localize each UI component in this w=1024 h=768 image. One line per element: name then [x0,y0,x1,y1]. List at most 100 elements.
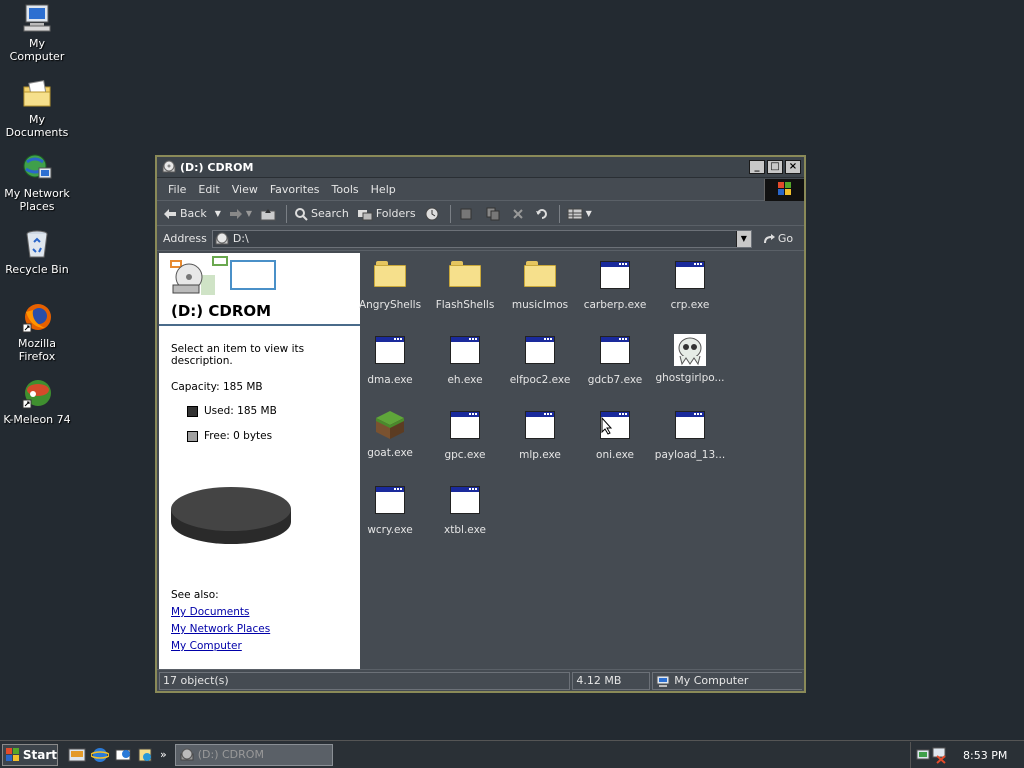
menu-favorites[interactable]: Favorites [264,183,326,196]
desktop-icon-label: Mozilla Firefox [18,337,56,363]
cd-drive-icon [215,232,229,244]
file-name: elfpoc2.exe [509,374,571,386]
desktop-icon-my-documents[interactable]: My Documents [0,78,74,139]
desktop-icon-my-computer[interactable]: My Computer [0,2,74,63]
menu-edit[interactable]: Edit [192,183,225,196]
application-icon [599,336,631,368]
address-dropdown-icon[interactable]: ▼ [735,230,751,247]
file-item[interactable]: eh.exe [427,334,503,386]
file-item[interactable]: gdcb7.exe [577,334,653,386]
file-item[interactable]: xtbl.exe [427,484,503,536]
link-my-computer[interactable]: My Computer [171,640,242,652]
copy-to-icon [486,207,500,220]
more-quick-launch-icon[interactable]: » [160,748,167,761]
menu-view[interactable]: View [226,183,264,196]
close-button[interactable]: × [785,160,801,174]
file-item[interactable]: carberp.exe [577,259,653,311]
outlook-express-icon[interactable] [114,746,132,764]
explorer-window[interactable]: (D:) CDROM _ □ × File Edit View Favorite… [155,155,806,693]
go-label: Go [777,232,794,245]
application-icon [449,486,481,518]
minimize-button[interactable]: _ [749,160,765,174]
start-button[interactable]: Start [2,743,58,766]
file-item[interactable]: musicImos [502,259,578,311]
desktop-icon-my-network-places[interactable]: My Network Places [0,152,74,213]
cd-drive-icon [162,160,176,173]
quick-launch: » [68,746,167,764]
file-item[interactable]: goat.exe [352,409,428,459]
forward-arrow-icon [229,208,242,219]
file-item[interactable]: crp.exe [652,259,728,311]
folder-icon [374,261,406,293]
clock[interactable]: 8:53 PM [963,749,1007,762]
application-icon [674,261,706,293]
documents-folder-icon [21,78,53,110]
file-item[interactable]: mlp.exe [502,409,578,461]
see-also-heading: See also: [171,589,219,601]
menu-tools[interactable]: Tools [326,183,365,196]
desktop-icon-mozilla-firefox[interactable]: Mozilla Firefox [0,302,74,363]
delete-button[interactable] [508,204,531,224]
status-bar: 17 object(s) 4.12 MB My Computer [157,669,804,691]
back-button[interactable]: Back ▼ [159,204,225,224]
free-text: Free: 0 bytes [204,430,273,442]
undo-button[interactable] [531,204,556,224]
title-bar[interactable]: (D:) CDROM _ □ × [157,157,804,178]
address-label: Address [163,232,207,245]
menu-file[interactable]: File [162,183,192,196]
folders-button[interactable]: Folders [353,204,420,224]
internet-explorer-icon[interactable] [91,746,109,764]
search-button[interactable]: Search [290,204,353,224]
back-arrow-icon [164,208,176,219]
application-icon [374,336,406,368]
file-item[interactable]: oni.exe [577,409,653,461]
file-item[interactable]: payload_13... [652,409,728,461]
forward-button[interactable]: ▼ [225,204,256,224]
file-item[interactable]: gpc.exe [427,409,503,461]
taskbar-window-button[interactable]: (D:) CDROM [174,743,333,766]
task-pane-title: (D:) CDROM [171,302,272,320]
go-button[interactable]: Go [762,232,793,245]
free-swatch [187,430,198,442]
file-item[interactable]: AngryShells [352,259,428,311]
desktop-icon-recycle-bin[interactable]: Recycle Bin [0,228,74,276]
file-item[interactable]: ghostgirlpo... [652,334,728,384]
file-item[interactable]: wcry.exe [352,484,428,536]
address-bar: Address D:\ ▼ Go [157,227,804,251]
move-to-button[interactable] [454,204,481,224]
file-item[interactable]: FlashShells [427,259,503,311]
copy-to-button[interactable] [481,204,508,224]
views-icon [567,208,583,219]
file-name: ghostgirlpo... [655,372,725,384]
file-name: gdcb7.exe [587,374,643,386]
status-zone: My Computer [652,671,802,690]
history-button[interactable] [420,204,447,224]
file-name: xtbl.exe [444,524,486,536]
status-zone-label: My Computer [674,674,749,687]
windows-logo [764,179,804,201]
maximize-button[interactable]: □ [767,160,783,174]
file-item[interactable]: elfpoc2.exe [502,334,578,386]
application-icon [524,411,556,443]
application-icon [599,411,631,443]
network-tray-icon[interactable] [915,746,949,764]
views-button[interactable]: ▼ [563,204,596,224]
file-name: eh.exe [447,374,483,386]
file-item[interactable]: dma.exe [352,334,428,386]
address-input[interactable]: D:\ ▼ [211,229,752,248]
up-folder-button[interactable] [256,204,283,224]
show-desktop-icon[interactable] [68,746,86,764]
link-my-network-places[interactable]: My Network Places [171,623,270,635]
cd-drive-header-icon [170,256,276,295]
mouse-cursor-icon [601,417,613,435]
windows-flag-icon [6,747,19,761]
file-name: FlashShells [435,299,495,311]
windows-media-icon[interactable] [137,746,155,764]
link-my-documents[interactable]: My Documents [171,606,249,618]
desktop-icon-label: Recycle Bin [5,263,69,276]
menu-help[interactable]: Help [365,183,402,196]
desktop-icon-k-meleon[interactable]: K-Meleon 74 [0,378,74,426]
file-list: AngryShells FlashShells musicImos carber… [359,253,802,669]
back-dropdown-icon[interactable]: ▼ [215,209,221,218]
system-tray: 8:53 PM [910,742,1024,768]
